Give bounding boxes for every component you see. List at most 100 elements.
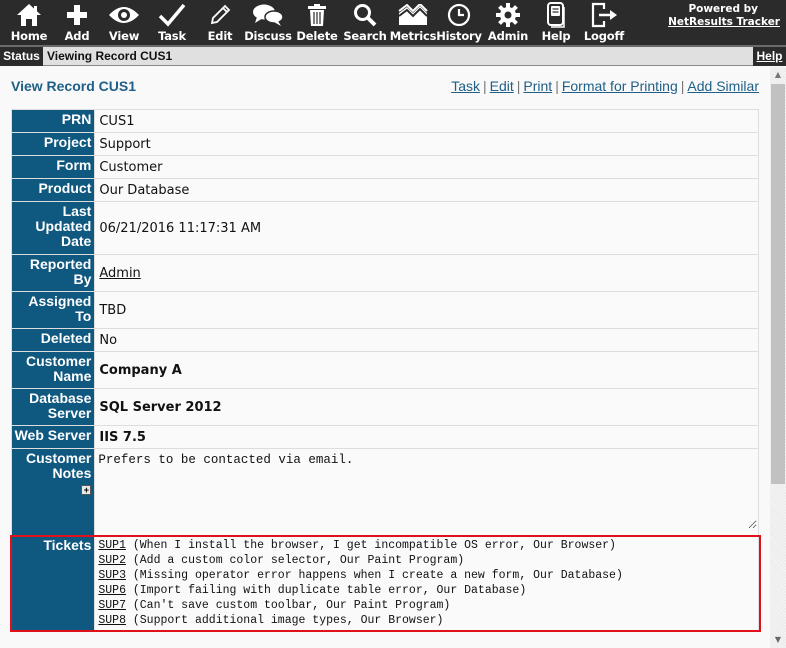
record-actions: Task | Edit | Print | Format for Printing | Add … bbox=[451, 78, 759, 94]
field-label: Project bbox=[10, 132, 96, 156]
ticket-item: SUP2 (Add a custom color selector, Our P… bbox=[98, 553, 755, 568]
gear-icon bbox=[496, 0, 520, 30]
ticket-desc: (Add a custom color selector, Our Paint … bbox=[132, 554, 465, 567]
record-table: PRN CUS1 Project Support Form Customer P… bbox=[10, 109, 759, 631]
chart-icon bbox=[398, 0, 428, 30]
field-label: Product bbox=[10, 178, 96, 202]
field-label: Customer Name bbox=[10, 351, 96, 389]
field-value: Our Database bbox=[94, 178, 759, 202]
action-task-link[interactable]: Task bbox=[451, 78, 480, 94]
separator: | bbox=[680, 78, 685, 94]
toolbar-edit-button[interactable]: Edit bbox=[205, 0, 235, 45]
toolbar-admin-button[interactable]: Admin bbox=[488, 0, 528, 45]
field-value: Customer bbox=[94, 155, 759, 179]
toolbar-help-button[interactable]: Help bbox=[541, 0, 571, 45]
customer-notes-label: Customer Notes bbox=[26, 450, 92, 481]
powered-by: Powered by NetResults Tracker bbox=[668, 3, 780, 28]
field-row-prn: PRN CUS1 bbox=[10, 109, 759, 133]
ticket-desc: (When I install the browser, I get incom… bbox=[132, 539, 616, 552]
ticket-link[interactable]: SUP3 bbox=[98, 569, 126, 582]
toolbar-history-button[interactable]: History bbox=[436, 0, 482, 45]
toolbar-logoff-button[interactable]: Logoff bbox=[584, 0, 624, 45]
ticket-link[interactable]: SUP7 bbox=[98, 599, 126, 612]
ticket-link[interactable]: SUP6 bbox=[98, 584, 126, 597]
pencil-icon bbox=[209, 0, 231, 30]
ticket-item: SUP1 (When I install the browser, I get … bbox=[98, 538, 755, 553]
ticket-item: SUP3 (Missing operator error happens whe… bbox=[98, 568, 755, 583]
field-value: Support bbox=[94, 132, 759, 156]
field-row-product: Product Our Database bbox=[10, 178, 759, 202]
action-add-similar-link[interactable]: Add Similar bbox=[687, 78, 759, 94]
field-value: No bbox=[94, 328, 759, 352]
field-value: SQL Server 2012 bbox=[94, 388, 759, 426]
field-label: Form bbox=[10, 155, 96, 179]
separator: | bbox=[555, 78, 559, 94]
reported-by-link[interactable]: Admin bbox=[99, 266, 140, 281]
field-row-customer-name: Customer Name Company A bbox=[10, 351, 759, 389]
ticket-link[interactable]: SUP1 bbox=[98, 539, 126, 552]
field-label: Assigned To bbox=[10, 291, 96, 329]
toolbar-home-button[interactable]: Home bbox=[11, 0, 47, 45]
toolbar-add-button[interactable]: Add bbox=[62, 0, 92, 45]
toolbar-view-button[interactable]: View bbox=[106, 0, 142, 45]
toolbar-metrics-button[interactable]: Metrics bbox=[390, 0, 437, 45]
status-bar: Status Viewing Record CUS1 Help bbox=[0, 45, 786, 66]
field-value: Prefers to be contacted via email. bbox=[94, 448, 759, 536]
chat-bubbles-icon bbox=[252, 0, 284, 30]
vertical-scrollbar[interactable]: ▲ ▼ bbox=[770, 67, 786, 648]
tickets-list: SUP1 (When I install the browser, I get … bbox=[94, 535, 759, 631]
ticket-link[interactable]: SUP2 bbox=[98, 554, 126, 567]
field-row-form: Form Customer bbox=[10, 155, 759, 179]
logout-icon bbox=[590, 0, 618, 30]
status-help-link[interactable]: Help bbox=[753, 47, 786, 66]
checkmark-icon bbox=[158, 0, 186, 30]
field-label: PRN bbox=[10, 109, 96, 133]
ticket-item: SUP8 (Support additional image types, Ou… bbox=[98, 613, 755, 628]
magnifier-icon bbox=[353, 0, 377, 30]
scroll-thumb[interactable] bbox=[771, 84, 785, 484]
field-value: TBD bbox=[94, 291, 759, 329]
clock-icon bbox=[447, 0, 471, 30]
action-edit-link[interactable]: Edit bbox=[490, 78, 514, 94]
toolbar-delete-button[interactable]: Delete bbox=[296, 0, 338, 45]
field-row-assigned-to: Assigned To TBD bbox=[10, 291, 759, 329]
home-icon bbox=[16, 0, 42, 30]
trash-icon bbox=[307, 0, 327, 30]
toolbar-task-button[interactable]: Task bbox=[157, 0, 187, 45]
field-value: CUS1 bbox=[94, 109, 759, 133]
field-label: Database Server bbox=[10, 388, 96, 426]
field-value: Admin bbox=[94, 254, 759, 292]
field-value: Company A bbox=[94, 351, 759, 389]
action-print-link[interactable]: Print bbox=[523, 78, 552, 94]
field-row-tickets: Tickets SUP1 (When I install the browser… bbox=[10, 535, 759, 631]
ticket-desc: (Can't save custom toolbar, Our Paint Pr… bbox=[132, 599, 451, 612]
ticket-link[interactable]: SUP8 bbox=[98, 614, 126, 627]
netresults-tracker-link[interactable]: NetResults Tracker bbox=[668, 16, 780, 28]
ticket-desc: (Missing operator error happens when I c… bbox=[132, 569, 623, 582]
ticket-desc: (Support additional image types, Our Bro… bbox=[132, 614, 444, 627]
field-label: Reported By bbox=[10, 254, 96, 292]
field-value: IIS 7.5 bbox=[94, 425, 759, 449]
field-row-database-server: Database Server SQL Server 2012 bbox=[10, 388, 759, 426]
expand-icon[interactable]: + bbox=[81, 485, 92, 495]
ticket-desc: (Import failing with duplicate table err… bbox=[132, 584, 527, 597]
field-row-web-server: Web Server IIS 7.5 bbox=[10, 425, 759, 449]
main-toolbar: Home Add View Task Edit Discuss Delete S… bbox=[0, 0, 786, 45]
toolbar-discuss-button[interactable]: Discuss bbox=[244, 0, 292, 45]
field-label: Web Server bbox=[10, 425, 96, 449]
field-label: Tickets bbox=[10, 535, 96, 631]
field-row-reported-by: Reported By Admin bbox=[10, 254, 759, 292]
field-row-deleted: Deleted No bbox=[10, 328, 759, 352]
field-value: 06/21/2016 11:17:31 AM bbox=[94, 201, 759, 255]
customer-notes-textarea[interactable]: Prefers to be contacted via email. bbox=[96, 449, 757, 529]
ticket-item: SUP6 (Import failing with duplicate tabl… bbox=[98, 583, 755, 598]
plus-icon bbox=[66, 0, 88, 30]
action-format-for-printing-link[interactable]: Format for Printing bbox=[562, 78, 678, 94]
field-label: Last Updated Date bbox=[10, 201, 96, 255]
status-text: Viewing Record CUS1 bbox=[47, 49, 173, 63]
scroll-up-arrow-icon[interactable]: ▲ bbox=[770, 67, 786, 83]
separator: | bbox=[482, 78, 487, 94]
scroll-down-arrow-icon[interactable]: ▼ bbox=[770, 632, 786, 648]
eye-icon bbox=[108, 0, 140, 30]
toolbar-search-button[interactable]: Search bbox=[343, 0, 387, 45]
